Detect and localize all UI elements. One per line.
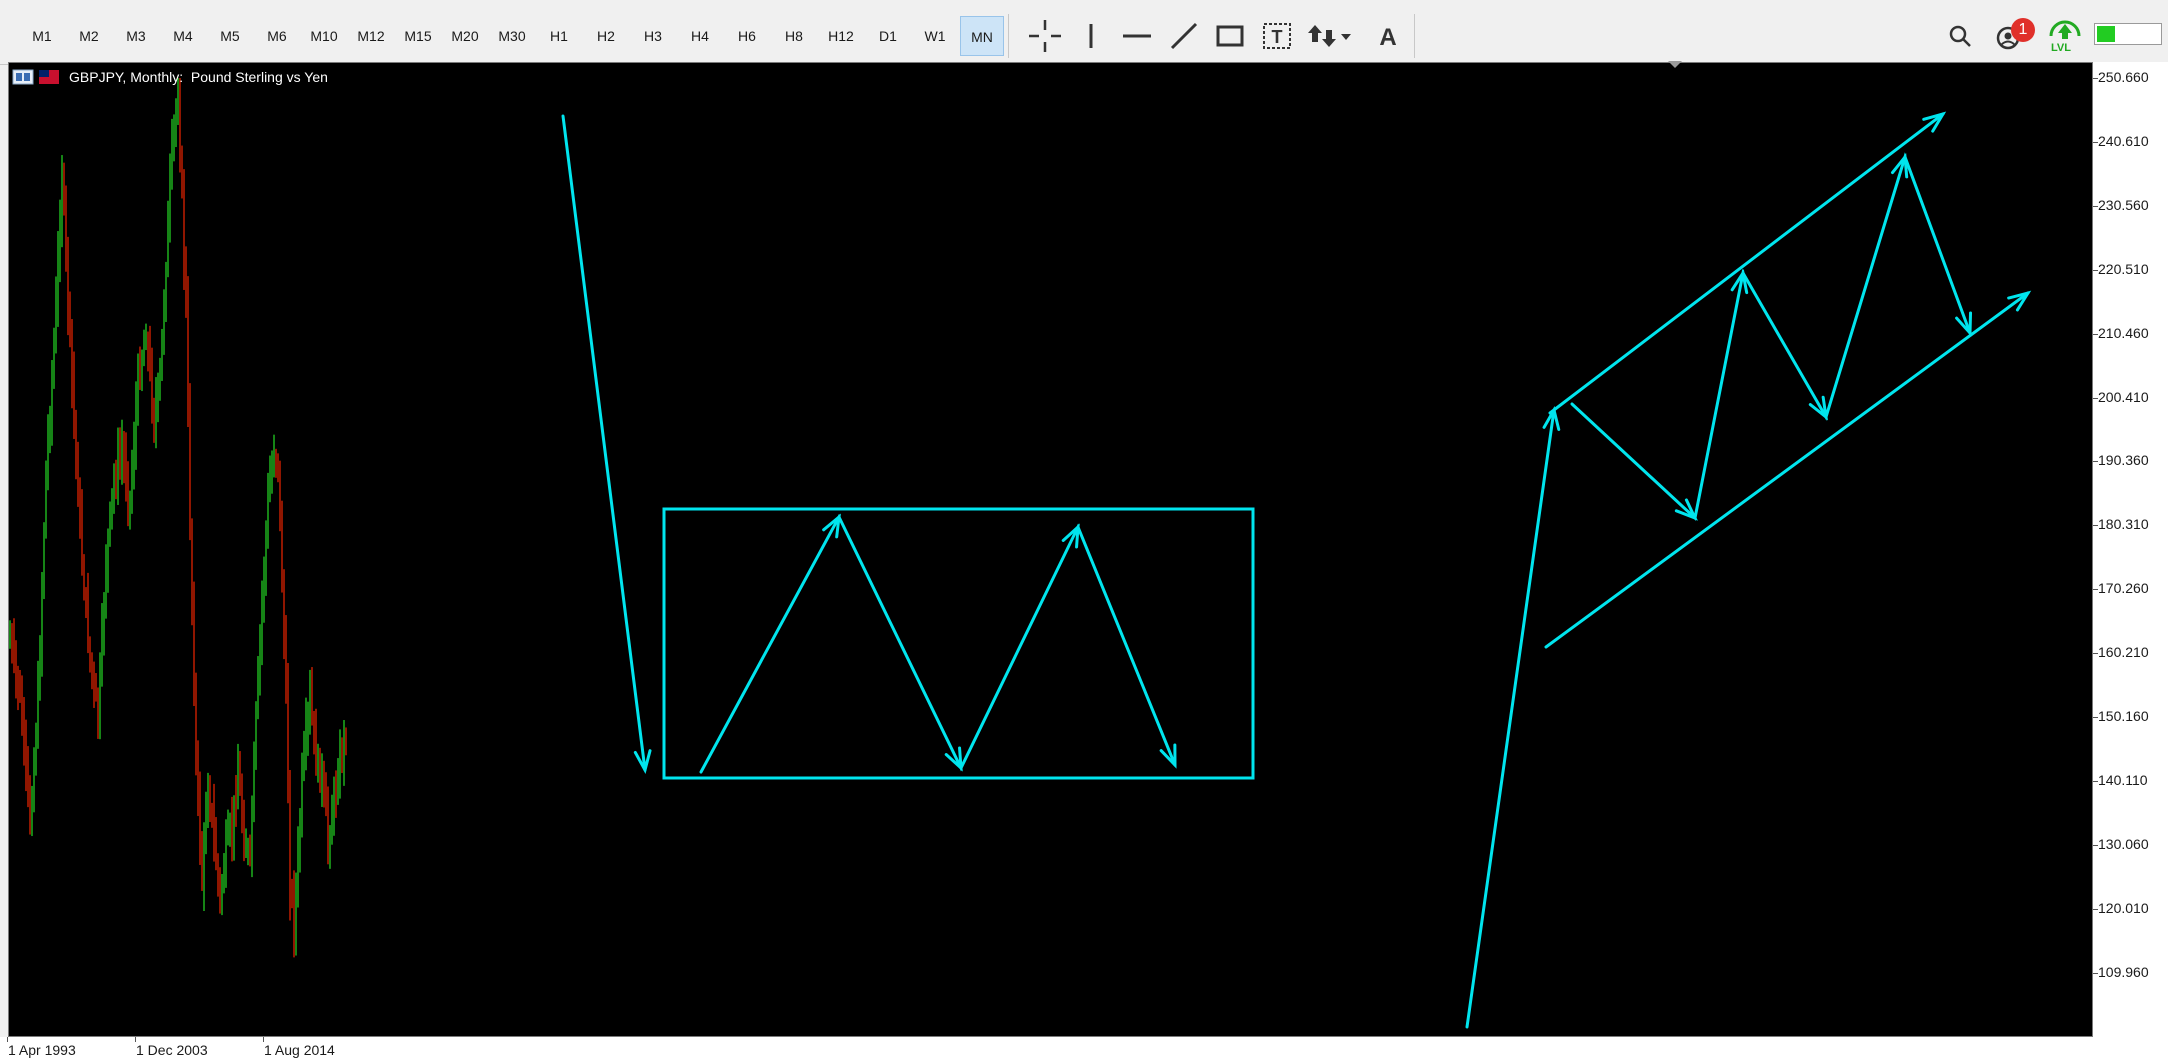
price-label: 200.410 — [2098, 388, 2149, 405]
channel-zigzag[interactable] — [1570, 152, 1972, 521]
price-label: 230.560 — [2098, 196, 2149, 213]
arrowheads — [633, 111, 2032, 775]
arrowhead — [1808, 395, 1829, 421]
price-label: 150.160 — [2098, 708, 2149, 724]
price-label: 160.210 — [2098, 644, 2149, 661]
price-label: 240.610 — [2098, 132, 2149, 149]
price-label: 220.510 — [2098, 260, 2149, 277]
trend-arrow[interactable] — [561, 114, 647, 772]
price-label: 180.310 — [2098, 516, 2149, 533]
price-label: 109.960 — [2098, 963, 2149, 980]
price-label: 210.460 — [2098, 324, 2149, 341]
time-label: 1 Apr 1993 — [8, 1042, 76, 1058]
drawing-objects — [561, 112, 2030, 1029]
time-label: 1 Dec 2003 — [136, 1042, 208, 1058]
price-bars — [9, 78, 347, 958]
channel-lower-line[interactable] — [1544, 291, 2030, 649]
chart-title: GBPJPY, Monthly: Pound Sterling vs Yen — [69, 69, 328, 85]
chart-shift-marker[interactable] — [1667, 60, 1683, 70]
price-label: 120.010 — [2098, 899, 2149, 916]
price-label: 170.260 — [2098, 580, 2149, 597]
channel-upper-line[interactable] — [1548, 112, 1945, 415]
breakout-arrow[interactable] — [1465, 408, 1556, 1029]
time-label: 1 Aug 2014 — [264, 1042, 335, 1058]
price-label: 190.360 — [2098, 452, 2149, 469]
chart-canvas — [9, 78, 2032, 1029]
price-label: 130.060 — [2098, 835, 2149, 852]
price-label: 250.660 — [2098, 69, 2149, 85]
chart-title-icons — [12, 67, 64, 92]
price-label: 140.110 — [2098, 771, 2148, 788]
range-zigzag[interactable] — [699, 513, 1177, 774]
